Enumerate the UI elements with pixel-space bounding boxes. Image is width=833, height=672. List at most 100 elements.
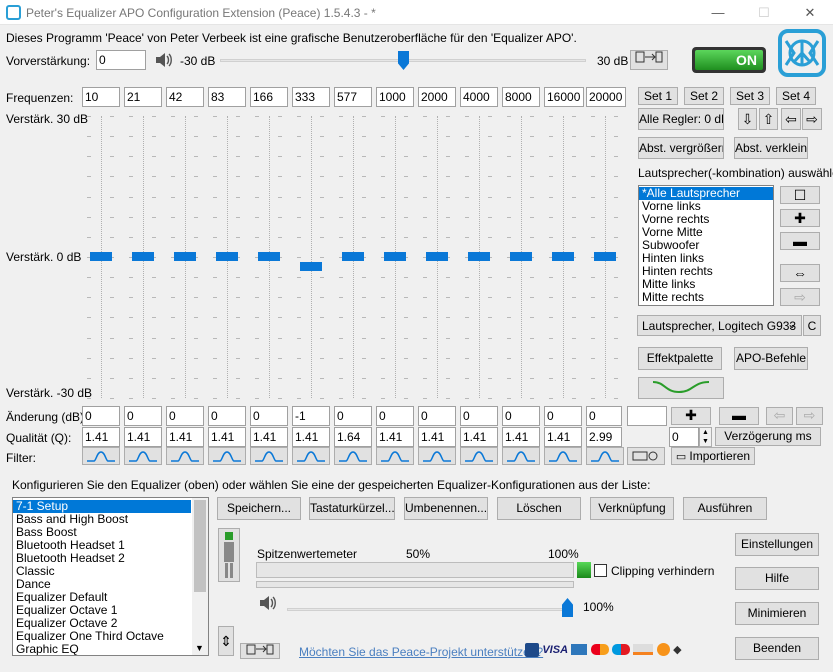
gain-slider-thumb[interactable] — [258, 252, 280, 261]
apo-commands-button[interactable]: APO-Befehle — [734, 347, 808, 370]
change-input[interactable]: 0 — [376, 406, 414, 426]
arrow-left-button[interactable]: ⇦ — [781, 108, 801, 130]
quality-input[interactable]: 1.41 — [208, 427, 246, 447]
preamp-apply-button[interactable] — [630, 50, 668, 70]
filter-button[interactable] — [502, 447, 540, 465]
filter-button[interactable] — [544, 447, 582, 465]
change-input[interactable]: -1 — [292, 406, 330, 426]
frequency-input[interactable]: 166 — [250, 87, 288, 107]
change-input[interactable]: 0 — [544, 406, 582, 426]
side-button[interactable]: Beenden — [735, 637, 819, 660]
filter-button[interactable] — [208, 447, 246, 465]
speaker-swap-button[interactable]: ⇔ — [780, 264, 820, 282]
volume-speaker-icon[interactable] — [258, 594, 278, 612]
eq-search-button[interactable] — [627, 447, 665, 465]
move-band-left-button[interactable]: ⇦ — [766, 407, 793, 425]
side-button[interactable]: Hilfe — [735, 567, 819, 590]
frequency-input[interactable]: 4000 — [460, 87, 498, 107]
quality-input[interactable]: 1.41 — [250, 427, 288, 447]
side-button[interactable]: Einstellungen — [735, 533, 819, 556]
action-button[interactable]: Ausführen — [683, 497, 767, 520]
filter-button[interactable] — [586, 447, 624, 465]
gain-slider-thumb[interactable] — [90, 252, 112, 261]
gain-slider-thumb[interactable] — [216, 252, 238, 261]
device-select[interactable]: Lautsprecher, Logitech G933 ⌄ — [637, 315, 802, 336]
quality-input[interactable]: 1.41 — [460, 427, 498, 447]
gain-slider-thumb[interactable] — [342, 252, 364, 261]
enlarge-spacing-button[interactable]: Abst. vergrößern — [638, 137, 724, 159]
filter-button[interactable] — [292, 447, 330, 465]
volume-track[interactable] — [287, 608, 573, 611]
gain-slider-thumb[interactable] — [594, 252, 616, 261]
filter-button[interactable] — [166, 447, 204, 465]
shrink-spacing-button[interactable]: Abst. verkleinern — [734, 137, 808, 159]
delay-spinner[interactable]: ▲ ▼ — [699, 427, 712, 447]
arrow-up-button[interactable]: ⇧ — [759, 108, 778, 130]
frequency-input[interactable]: 83 — [208, 87, 246, 107]
delay-unit-button[interactable]: Verzögerung ms — [715, 427, 821, 446]
change-input[interactable]: 0 — [418, 406, 456, 426]
scroll-down-icon[interactable]: ▼ — [195, 643, 204, 653]
change-input[interactable]: 0 — [334, 406, 372, 426]
filter-button[interactable] — [82, 447, 120, 465]
import-button[interactable]: ▭ Importieren — [671, 447, 755, 465]
gain-slider-thumb[interactable] — [132, 252, 154, 261]
device-c-button[interactable]: C — [803, 315, 821, 336]
frequency-input[interactable]: 16000 — [544, 87, 584, 107]
maximize-button[interactable]: ☐ — [741, 0, 787, 25]
preset-list[interactable]: 7-1 Setup Bass and High Boost Bass Boost Bl… — [12, 497, 209, 656]
gain-slider-thumb[interactable] — [468, 252, 490, 261]
close-button[interactable]: ✕ — [787, 0, 833, 25]
arrow-right-button[interactable]: ⇨ — [802, 108, 822, 130]
filter-button[interactable] — [376, 447, 414, 465]
frequency-input[interactable]: 20000 — [586, 87, 626, 107]
set-4-button[interactable]: Set 4 — [776, 87, 816, 105]
speaker-list[interactable]: *Alle Lautsprecher Vorne links Vorne recht… — [638, 185, 774, 306]
frequency-input[interactable]: 577 — [334, 87, 372, 107]
action-button[interactable]: Speichern... — [217, 497, 301, 520]
speaker-copy-button[interactable]: ⇨ — [780, 288, 820, 306]
speaker-square-button[interactable]: ☐ — [780, 186, 820, 204]
quality-input[interactable]: 1.64 — [334, 427, 372, 447]
change-input[interactable]: 0 — [460, 406, 498, 426]
export-button[interactable] — [240, 643, 280, 659]
quality-input[interactable]: 1.41 — [544, 427, 582, 447]
frequency-input[interactable]: 333 — [292, 87, 330, 107]
set-1-button[interactable]: Set 1 — [638, 87, 678, 105]
person-icon-button[interactable] — [218, 528, 240, 582]
filter-button[interactable] — [124, 447, 162, 465]
frequency-input[interactable]: 2000 — [418, 87, 456, 107]
preset-list-item[interactable]: Graphic EQ — [13, 643, 191, 656]
quality-input[interactable]: 1.41 — [166, 427, 204, 447]
action-button[interactable]: Umbenennen... — [404, 497, 488, 520]
action-button[interactable]: Verknüpfung — [590, 497, 674, 520]
change-input[interactable]: 0 — [502, 406, 540, 426]
filter-button[interactable] — [418, 447, 456, 465]
filter-button[interactable] — [460, 447, 498, 465]
quality-input[interactable]: 1.41 — [292, 427, 330, 447]
change-input[interactable]: 0 — [250, 406, 288, 426]
set-3-button[interactable]: Set 3 — [730, 87, 770, 105]
side-button[interactable]: Minimieren — [735, 602, 819, 625]
quality-input[interactable]: 1.41 — [124, 427, 162, 447]
preset-list-scrollbar[interactable]: ▼ — [192, 498, 208, 655]
delay-input[interactable]: 0 — [669, 427, 699, 447]
frequency-input[interactable]: 21 — [124, 87, 162, 107]
preamp-input[interactable]: 0 — [96, 50, 146, 70]
gain-slider-thumb[interactable] — [300, 261, 322, 271]
change-input[interactable]: 0 — [208, 406, 246, 426]
remove-band-button[interactable]: ▬ — [719, 407, 759, 425]
extra-change-input[interactable] — [627, 406, 667, 426]
curve-button[interactable] — [638, 377, 724, 399]
frequency-input[interactable]: 1000 — [376, 87, 414, 107]
change-input[interactable]: 0 — [586, 406, 622, 426]
speaker-icon[interactable] — [153, 50, 173, 70]
gain-slider-thumb[interactable] — [384, 252, 406, 261]
speaker-add-button[interactable]: ✚ — [780, 209, 820, 227]
minimize-button[interactable]: — — [695, 0, 741, 25]
action-button[interactable]: Löschen — [497, 497, 581, 520]
filter-button[interactable] — [334, 447, 372, 465]
effects-palette-button[interactable]: Effektpalette — [638, 347, 722, 370]
quality-input[interactable]: 1.41 — [418, 427, 456, 447]
move-band-right-button[interactable]: ⇨ — [796, 407, 823, 425]
